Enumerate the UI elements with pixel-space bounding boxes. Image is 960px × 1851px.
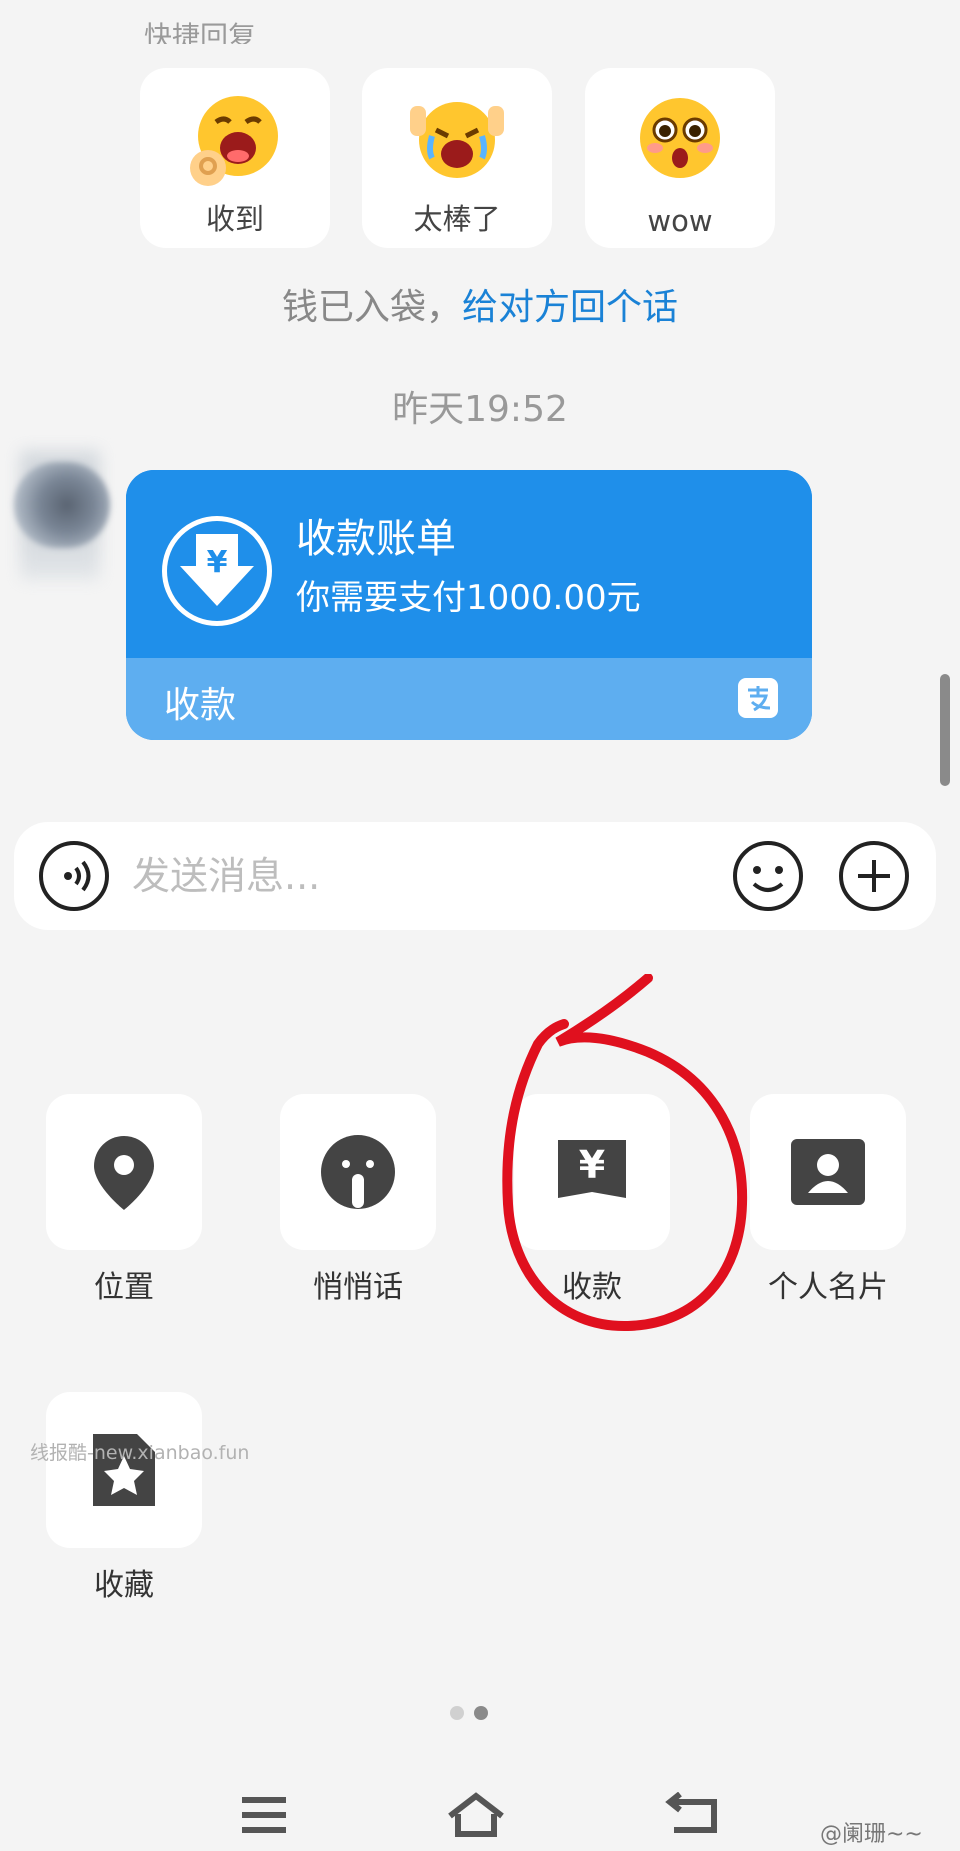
message-input[interactable] bbox=[132, 846, 692, 906]
red-annotation-circle bbox=[502, 974, 748, 1332]
ok-hand-laughing-emoji-icon bbox=[190, 96, 278, 186]
home-icon[interactable] bbox=[446, 1792, 506, 1838]
plus-icon[interactable] bbox=[838, 840, 910, 912]
notice-text: 钱已入袋， bbox=[281, 287, 462, 328]
emoji-icon[interactable] bbox=[732, 840, 804, 912]
avatar[interactable] bbox=[14, 462, 110, 548]
favorites-button[interactable] bbox=[46, 1392, 202, 1548]
alipay-icon bbox=[738, 678, 778, 718]
contact-card-icon bbox=[791, 1139, 865, 1205]
back-icon[interactable] bbox=[664, 1792, 724, 1838]
quick-reply-header: 快捷回复 bbox=[144, 20, 257, 44]
scrollbar-thumb[interactable] bbox=[940, 674, 950, 786]
menu-icon[interactable] bbox=[234, 1792, 294, 1838]
payment-card-amount: 你需要支付1000.00元 bbox=[296, 578, 641, 618]
quick-reply-label: wow bbox=[647, 204, 713, 238]
whisper-button[interactable] bbox=[280, 1094, 436, 1250]
voice-input-icon[interactable] bbox=[38, 840, 110, 912]
cheering-emoji-icon bbox=[410, 102, 504, 178]
surprised-emoji-icon bbox=[640, 98, 720, 178]
yuan-download-icon: ¥ bbox=[162, 516, 272, 626]
quick-reply-wow[interactable]: wow bbox=[585, 68, 775, 248]
payment-request-card[interactable]: ¥ 收款账单 你需要支付1000.00元 收款 bbox=[126, 470, 812, 740]
whisper-shush-icon bbox=[321, 1135, 395, 1209]
payment-card-body: ¥ 收款账单 你需要支付1000.00元 bbox=[126, 470, 812, 658]
location-label: 位置 bbox=[94, 1270, 154, 1305]
message-timestamp: 昨天19:52 bbox=[392, 389, 568, 430]
page-dot-active[interactable] bbox=[474, 1706, 488, 1720]
whisper-label: 悄悄话 bbox=[313, 1270, 403, 1305]
favorites-label: 收藏 bbox=[94, 1568, 154, 1603]
message-composer bbox=[14, 822, 936, 930]
payment-card-title: 收款账单 bbox=[296, 516, 456, 562]
weibo-watermark: @阑珊~~ bbox=[820, 1822, 923, 1847]
quick-reply-label: 收到 bbox=[205, 202, 264, 236]
quick-reply-received[interactable]: 收到 bbox=[140, 68, 330, 248]
location-button[interactable] bbox=[46, 1094, 202, 1250]
watermark: 线报酷-new.xianbao.fun bbox=[30, 1442, 250, 1464]
reply-link[interactable]: 给对方回个话 bbox=[462, 287, 678, 328]
page-dot[interactable] bbox=[450, 1706, 464, 1720]
currency-symbol: ¥ bbox=[207, 545, 228, 580]
quick-reply-label: 太棒了 bbox=[413, 202, 501, 236]
payment-card-footer-label: 收款 bbox=[164, 685, 237, 726]
business-card-button[interactable] bbox=[750, 1094, 906, 1250]
payment-card-footer: 收款 bbox=[126, 658, 812, 740]
money-received-notice: 钱已入袋，给对方回个话 bbox=[0, 278, 960, 330]
location-pin-icon bbox=[94, 1136, 154, 1210]
quick-reply-awesome[interactable]: 太棒了 bbox=[362, 68, 552, 248]
